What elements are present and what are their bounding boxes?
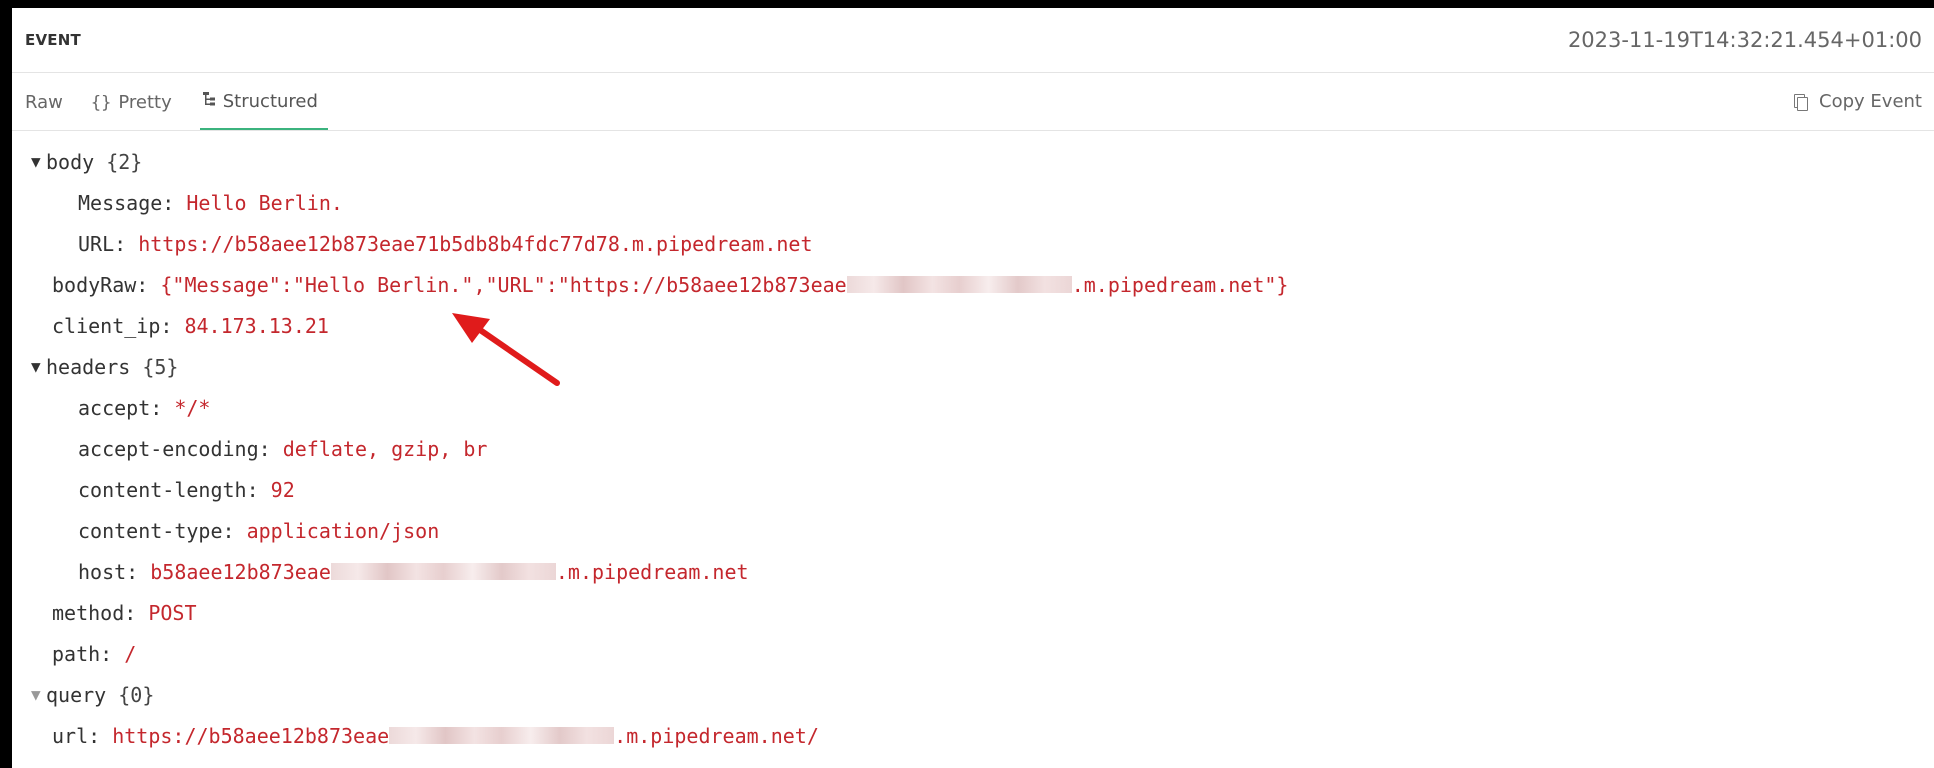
node-key: body [46, 149, 95, 174]
tree-leaf-content-length: content-length: 92 [12, 469, 1934, 510]
leaf-value: {"Message":"Hello Berlin.","URL":"https:… [160, 272, 847, 297]
tree-leaf-method: method: POST [12, 592, 1934, 633]
tree-leaf-client-ip: client_ip: 84.173.13.21 [12, 305, 1934, 346]
leaf-key: host: [78, 559, 139, 584]
tree-leaf-host: host: b58aee12b873eae .m.pipedream.net [12, 551, 1934, 592]
node-key: headers [46, 354, 131, 379]
copy-icon [1794, 93, 1809, 111]
leaf-key: method: [52, 600, 137, 625]
redacted-blur [846, 276, 1072, 293]
event-header: EVENT 2023-11-19T14:32:21.454+01:00 [12, 8, 1934, 73]
leaf-value-end: .m.pipedream.net"} [1071, 272, 1289, 297]
leaf-key: bodyRaw: [52, 272, 149, 297]
node-count: {0} [118, 682, 155, 707]
copy-event-button[interactable]: Copy Event [1794, 73, 1922, 130]
leaf-value: */* [174, 395, 211, 420]
node-count: {5} [142, 354, 179, 379]
tree-leaf-accept-encoding: accept-encoding: deflate, gzip, br [12, 428, 1934, 469]
leaf-value-end: .m.pipedream.net [555, 559, 749, 584]
leaf-value: POST [148, 600, 197, 625]
leaf-value: application/json [246, 518, 440, 543]
braces-icon: {} [90, 92, 112, 113]
tree-leaf-message: Message: Hello Berlin. [12, 182, 1934, 223]
leaf-key: path: [52, 641, 113, 666]
structured-tree: ▼ body {2} Message: Hello Berlin. URL: h… [12, 131, 1934, 756]
event-timestamp: 2023-11-19T14:32:21.454+01:00 [1567, 28, 1922, 52]
tree-leaf-body-url: URL: https://b58aee12b873eae71b5db8b4fdc… [12, 223, 1934, 264]
leaf-value: 92 [270, 477, 295, 502]
expand-toggle-icon[interactable]: ▼ [31, 357, 46, 376]
redacted-blur [330, 563, 556, 580]
node-key: query [46, 682, 107, 707]
tree-leaf-url: url: https://b58aee12b873eae .m.pipedream… [12, 715, 1934, 756]
event-title: EVENT [25, 31, 81, 49]
tab-pretty-label: Pretty [118, 92, 172, 113]
leaf-key: content-length: [78, 477, 259, 502]
leaf-value: / [124, 641, 137, 666]
leaf-value: Hello Berlin. [186, 190, 343, 215]
leaf-key: url: [52, 723, 101, 748]
tab-raw[interactable]: Raw [25, 73, 63, 130]
leaf-key: accept: [78, 395, 163, 420]
tree-node-query: ▼ query {0} [12, 674, 1934, 715]
leaf-value: deflate, gzip, br [282, 436, 488, 461]
leaf-key: accept-encoding: [78, 436, 271, 461]
copy-event-label: Copy Event [1819, 91, 1922, 112]
leaf-value: b58aee12b873eae [150, 559, 331, 584]
tree-leaf-bodyraw: bodyRaw: {"Message":"Hello Berlin.","URL… [12, 264, 1934, 305]
tree-icon [202, 91, 216, 112]
tree-node-headers: ▼ headers {5} [12, 346, 1934, 387]
leaf-value: 84.173.13.21 [184, 313, 329, 338]
leaf-key: content-type: [78, 518, 235, 543]
tab-group: Raw {} Pretty Structured [25, 73, 356, 130]
event-panel: EVENT 2023-11-19T14:32:21.454+01:00 Raw … [12, 8, 1934, 768]
expand-toggle-icon[interactable]: ▼ [31, 685, 46, 704]
annotation-arrow-icon [452, 313, 560, 386]
tree-leaf-content-type: content-type: application/json [12, 510, 1934, 551]
leaf-value: https://b58aee12b873eae71b5db8b4fdc77d78… [138, 231, 813, 256]
leaf-value: https://b58aee12b873eae [112, 723, 390, 748]
tab-structured-label: Structured [222, 91, 318, 112]
tree-node-body: ▼ body {2} [12, 141, 1934, 182]
leaf-key: URL: [78, 231, 127, 256]
node-count: {2} [106, 149, 143, 174]
tab-pretty[interactable]: {} Pretty [91, 73, 172, 130]
tree-leaf-path: path: / [12, 633, 1934, 674]
leaf-value-end: .m.pipedream.net/ [614, 723, 819, 748]
tab-raw-label: Raw [25, 92, 63, 113]
tree-leaf-accept: accept: */* [12, 387, 1934, 428]
leaf-key: Message: [78, 190, 175, 215]
expand-toggle-icon[interactable]: ▼ [31, 152, 46, 171]
tab-structured[interactable]: Structured [199, 73, 328, 130]
leaf-key: client_ip: [52, 313, 173, 338]
redacted-blur [389, 727, 615, 744]
view-tabs: Raw {} Pretty Structured Copy Event [12, 73, 1934, 131]
